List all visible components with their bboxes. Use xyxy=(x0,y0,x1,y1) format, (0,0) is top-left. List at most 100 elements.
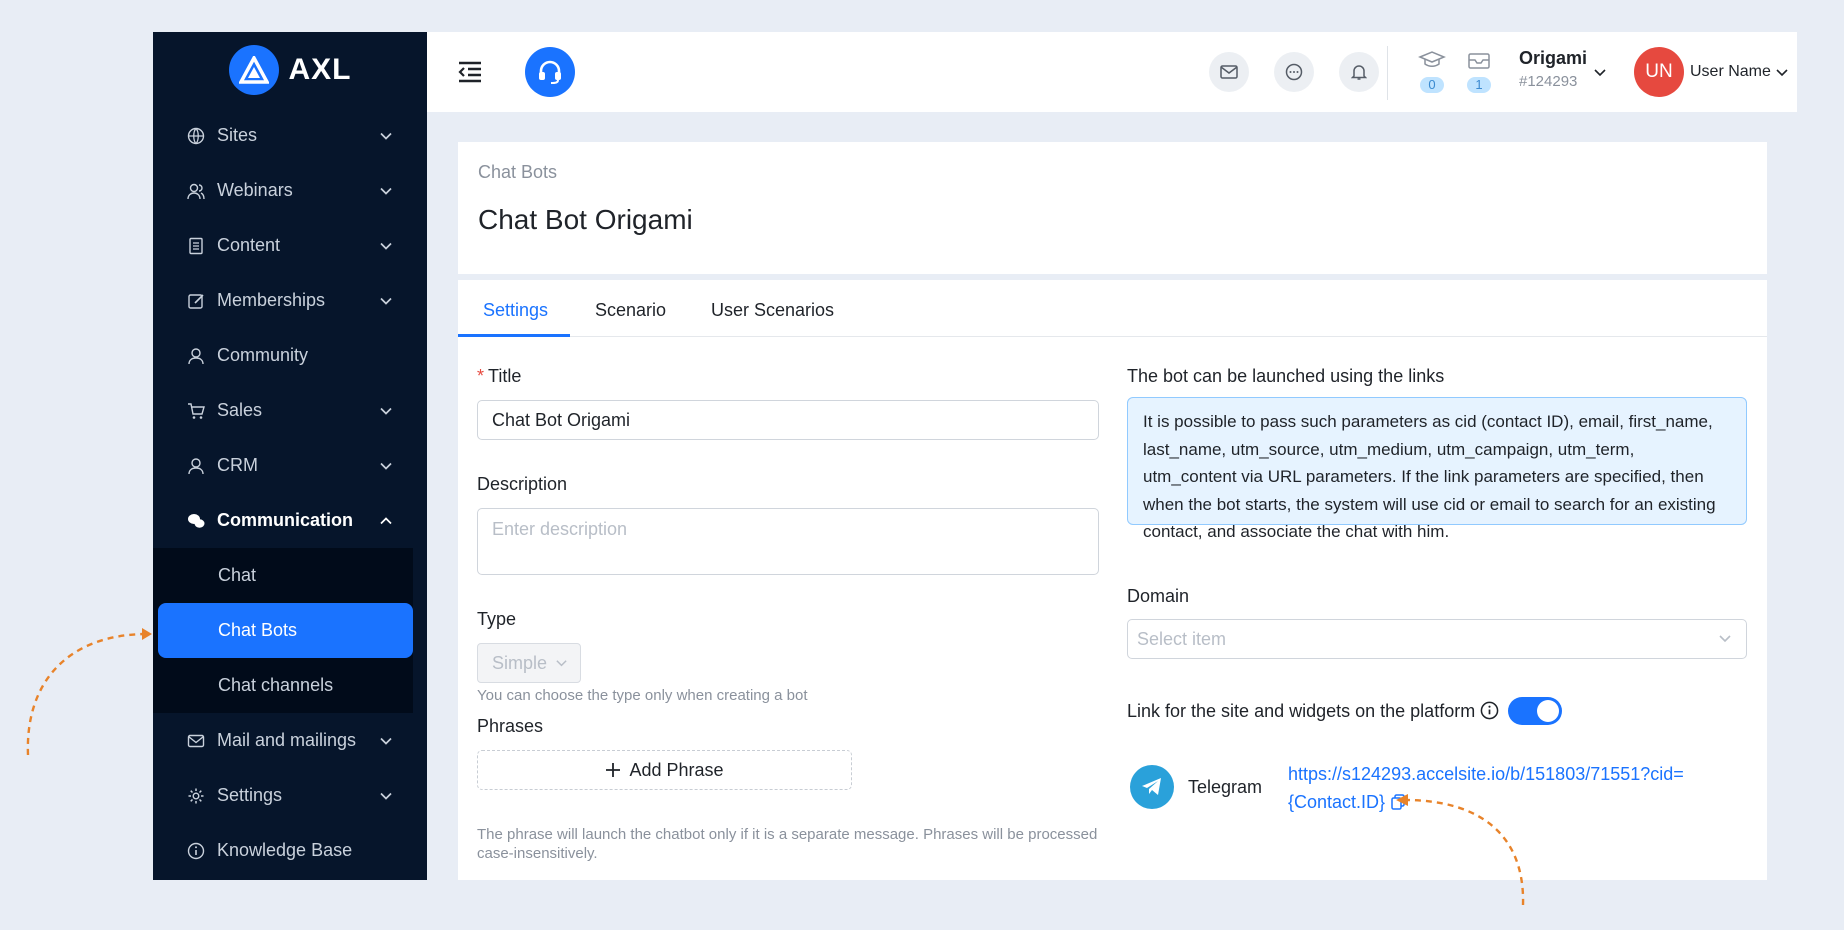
chevron-up-icon[interactable] xyxy=(379,514,393,528)
domain-select[interactable]: Select item xyxy=(1127,619,1747,659)
platform-link-label: Link for the site and widgets on the pla… xyxy=(1127,701,1476,721)
avatar[interactable]: UN xyxy=(1634,47,1684,97)
sidebar-item-crm[interactable]: CRM xyxy=(153,438,427,493)
description-textarea[interactable]: Enter description xyxy=(477,508,1099,575)
sidebar-subitem-label: Chat channels xyxy=(218,675,334,695)
sidebar-item-content[interactable]: Content xyxy=(153,218,427,273)
sidebar-subitem-chat-bots[interactable]: Chat Bots xyxy=(158,603,413,658)
sidebar-item-settings[interactable]: Settings xyxy=(153,768,427,823)
chevron-down-icon[interactable] xyxy=(379,459,393,473)
chevron-down-icon xyxy=(556,659,567,666)
graduation-cap-icon xyxy=(1418,51,1446,67)
support-headset-button[interactable] xyxy=(525,47,575,97)
telegram-icon xyxy=(1130,765,1174,809)
gear-icon xyxy=(187,787,205,805)
logo[interactable]: AXL xyxy=(153,32,427,108)
chevron-down-icon[interactable] xyxy=(379,294,393,308)
communication-submenu: Chat Chat Bots Chat channels xyxy=(153,548,413,713)
inbox-counter[interactable]: 1 xyxy=(1464,50,1494,94)
sidebar: AXL Sites Webinars Content Memberships Commu… xyxy=(153,32,427,880)
sidebar-item-communication[interactable]: Communication xyxy=(153,493,427,548)
top-header: 0 1 Origami #124293 UN User Name xyxy=(427,32,1797,112)
sidebar-item-community[interactable]: Community xyxy=(153,328,427,383)
logo-text: AXL xyxy=(288,53,352,86)
chevron-down-icon[interactable] xyxy=(379,239,393,253)
tab-settings[interactable]: Settings xyxy=(483,300,548,321)
sidebar-item-knowledge-base[interactable]: Knowledge Base xyxy=(153,823,427,878)
chevron-down-icon[interactable] xyxy=(1775,66,1789,80)
info-icon[interactable] xyxy=(1480,701,1499,720)
domain-label: Domain xyxy=(1127,586,1190,606)
sidebar-item-label: Knowledge Base xyxy=(217,840,353,860)
chevron-down-icon[interactable] xyxy=(379,404,393,418)
courses-count-badge: 0 xyxy=(1420,77,1444,93)
telegram-label: Telegram xyxy=(1188,777,1263,797)
chat-bubbles-icon xyxy=(187,512,205,530)
user-name[interactable]: User Name xyxy=(1690,63,1771,81)
sidebar-item-label: Content xyxy=(217,235,281,255)
chevron-down-icon[interactable] xyxy=(379,184,393,198)
notifications-button[interactable] xyxy=(1339,52,1379,92)
type-select[interactable]: Simple xyxy=(477,643,581,683)
add-phrase-label: Add Phrase xyxy=(629,759,724,780)
sidebar-item-label: Mail and mailings xyxy=(217,730,357,750)
sidebar-item-label: Sites xyxy=(217,125,258,145)
type-select-value: Simple xyxy=(492,652,548,673)
sidebar-subitem-chat[interactable]: Chat xyxy=(153,548,413,603)
required-marker: * xyxy=(477,366,485,386)
sidebar-item-webinars[interactable]: Webinars xyxy=(153,163,427,218)
toggle-knob xyxy=(1537,700,1559,722)
tab-bar: Settings Scenario User Scenarios xyxy=(458,280,1767,337)
inbox-icon xyxy=(1468,53,1490,69)
sidebar-item-label: Settings xyxy=(217,785,283,805)
phrases-label: Phrases xyxy=(477,716,544,736)
collapse-menu-icon[interactable] xyxy=(457,60,483,84)
tab-scenario[interactable]: Scenario xyxy=(595,300,666,321)
sidebar-subitem-label: Chat xyxy=(218,565,257,585)
description-label: Description xyxy=(477,474,568,494)
title-input[interactable]: Chat Bot Origami xyxy=(477,400,1099,440)
chevron-down-icon[interactable] xyxy=(379,789,393,803)
chevron-down-icon[interactable] xyxy=(1593,66,1607,80)
sidebar-item-sales[interactable]: Sales xyxy=(153,383,427,438)
sidebar-subitem-label: Chat Bots xyxy=(218,620,298,640)
tab-user-scenarios[interactable]: User Scenarios xyxy=(711,300,834,321)
inbox-count-badge: 1 xyxy=(1467,77,1491,93)
type-hint: You can choose the type only when creati… xyxy=(477,687,808,704)
user-icon xyxy=(187,347,205,365)
account-switcher[interactable]: Origami #124293 xyxy=(1519,48,1587,90)
chevron-down-icon xyxy=(1719,635,1731,643)
breadcrumb[interactable]: Chat Bots xyxy=(478,162,557,183)
type-label: Type xyxy=(477,609,517,629)
sidebar-item-label: Webinars xyxy=(217,180,293,200)
mail-icon xyxy=(187,732,205,750)
account-id: #124293 xyxy=(1519,73,1578,90)
messages-button[interactable] xyxy=(1274,52,1314,92)
sidebar-item-memberships[interactable]: Memberships xyxy=(153,273,427,328)
title-label: * Title xyxy=(477,366,521,387)
edit-icon xyxy=(187,292,205,310)
user-icon xyxy=(187,457,205,475)
sidebar-item-mail-and-mailings[interactable]: Mail and mailings xyxy=(153,713,427,768)
page-header-card: Chat Bots Chat Bot Origami xyxy=(458,142,1767,274)
logo-mark-icon xyxy=(228,45,279,95)
phrases-hint: The phrase will launch the chatbot only … xyxy=(477,826,1098,862)
info-icon xyxy=(187,842,205,860)
settings-card: Settings Scenario User Scenarios * Title … xyxy=(458,280,1767,880)
annotation-arrow-left xyxy=(26,628,152,756)
chevron-down-icon[interactable] xyxy=(379,129,393,143)
headset-icon xyxy=(539,60,561,84)
chevron-down-icon[interactable] xyxy=(379,734,393,748)
sidebar-item-sites[interactable]: Sites xyxy=(153,108,427,163)
plus-icon xyxy=(606,763,621,777)
mail-button[interactable] xyxy=(1209,52,1249,92)
globe-icon xyxy=(187,127,205,145)
sidebar-subitem-chat-channels[interactable]: Chat channels xyxy=(153,658,413,713)
sidebar-item-label: CRM xyxy=(217,455,258,475)
platform-link-toggle[interactable] xyxy=(1508,697,1562,725)
courses-counter[interactable]: 0 xyxy=(1417,50,1447,94)
links-heading: The bot can be launched using the links xyxy=(1127,366,1445,386)
cart-icon xyxy=(187,402,205,420)
add-phrase-button[interactable]: Add Phrase xyxy=(477,750,852,790)
telegram-link-line2: {Contact.ID} xyxy=(1288,792,1386,812)
